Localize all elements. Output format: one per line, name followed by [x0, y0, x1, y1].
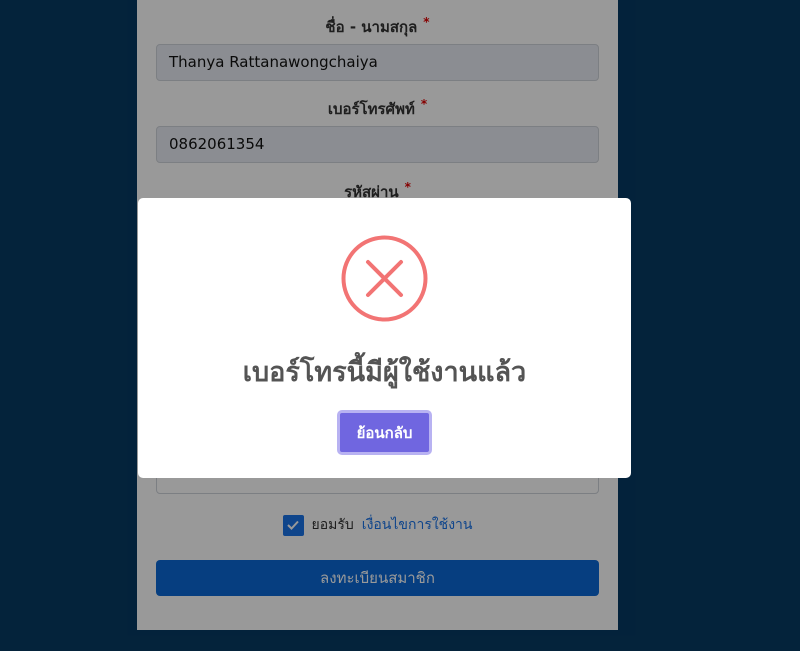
error-x-icon: [341, 235, 428, 322]
back-button[interactable]: ย้อนกลับ: [337, 410, 432, 455]
error-dialog: เบอร์โทรนี้มีผู้ใช้งานแล้ว ย้อนกลับ: [138, 198, 631, 478]
dialog-title: เบอร์โทรนี้มีผู้ใช้งานแล้ว: [242, 357, 527, 388]
